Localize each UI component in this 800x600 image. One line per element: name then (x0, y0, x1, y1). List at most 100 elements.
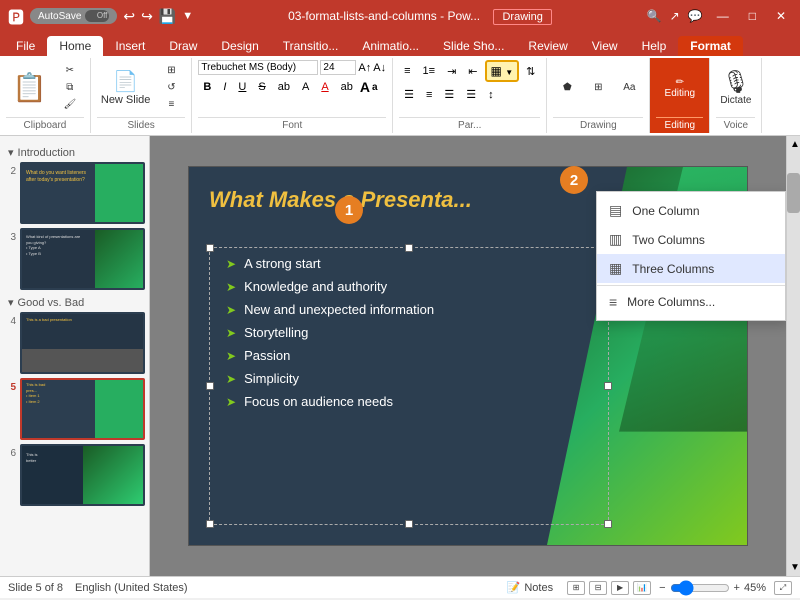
increase-font-icon[interactable]: A↑ (358, 62, 371, 74)
drawing-tab-label[interactable]: Drawing (493, 9, 551, 25)
minimize-button[interactable]: — (711, 7, 735, 25)
autosave-control[interactable]: AutoSave Off (30, 8, 117, 24)
slide-sorter-button[interactable]: ⊟ (589, 581, 607, 595)
slide-img-2[interactable]: What do you want listenersafter today's … (20, 162, 145, 224)
handle-top-mid[interactable] (405, 244, 413, 252)
tab-transitions[interactable]: Transitio... (271, 36, 351, 56)
column-one-option[interactable]: ▤ One Column (597, 196, 785, 225)
undo-icon[interactable]: ↩ (123, 8, 135, 25)
scroll-up-icon[interactable]: ▲ (787, 136, 800, 153)
tab-view[interactable]: View (580, 36, 630, 56)
format-painter-button[interactable]: 🖌 (56, 97, 84, 112)
paste-button[interactable]: 📋 (6, 67, 53, 108)
slide-img-4[interactable]: This is a bad presentation (20, 312, 145, 374)
normal-view-button[interactable]: ⊞ (567, 581, 585, 595)
handle-bot-left[interactable] (206, 520, 214, 528)
reading-view-button[interactable]: ▶ (611, 581, 629, 595)
share-icon[interactable]: ↗ (670, 9, 680, 23)
columns-button[interactable]: ▦ ▼ (485, 60, 520, 82)
text-direction-button[interactable]: ⇅ (521, 63, 540, 80)
handle-top-left[interactable] (206, 244, 214, 252)
shapes-button[interactable]: ⬟ (553, 80, 581, 95)
highlight-button[interactable]: ab (336, 79, 358, 95)
handle-mid-right[interactable] (604, 382, 612, 390)
slide-thumb-3[interactable]: 3 What kind of presentations areyou givi… (4, 228, 145, 290)
scroll-down-icon[interactable]: ▼ (787, 559, 800, 576)
handle-mid-left[interactable] (206, 382, 214, 390)
quick-styles-button[interactable]: Aa (615, 80, 643, 95)
section-button[interactable]: ≡ (157, 97, 185, 112)
slide-thumb-5[interactable]: 5 This is badpres...• Item 1• Item 2 (4, 378, 145, 440)
tab-animations[interactable]: Animatio... (350, 36, 431, 56)
slide-thumb-6[interactable]: 6 This isbetter (4, 444, 145, 506)
autosave-toggle[interactable]: Off (85, 10, 109, 22)
save-icon[interactable]: 💾 (159, 8, 176, 25)
clear-format-button[interactable]: A (297, 79, 314, 95)
slide-thumb-4[interactable]: 4 This is a bad presentation (4, 312, 145, 374)
more-columns-option[interactable]: ≡ More Columns... (597, 288, 785, 316)
tab-format[interactable]: Format (678, 36, 743, 56)
handle-bot-mid[interactable] (405, 520, 413, 528)
tab-draw[interactable]: Draw (157, 36, 209, 56)
bold-button[interactable]: B (198, 79, 216, 95)
customize-icon[interactable]: ▼ (182, 10, 193, 22)
font-size-up-icon[interactable]: A (360, 79, 370, 95)
zoom-out-icon[interactable]: − (659, 582, 665, 594)
presenter-view-button[interactable]: 📊 (633, 581, 651, 595)
font-color-button[interactable]: A (316, 79, 333, 95)
tab-design[interactable]: Design (209, 36, 270, 56)
slide-thumb-2[interactable]: 2 What do you want listenersafter today'… (4, 162, 145, 224)
zoom-slider[interactable] (670, 580, 730, 596)
layout-button[interactable]: ⊞ (157, 63, 185, 78)
underline-button[interactable]: U (233, 79, 251, 95)
italic-button[interactable]: I (218, 79, 231, 95)
maximize-button[interactable]: □ (743, 7, 762, 25)
cut-button[interactable]: ✂ (56, 63, 84, 78)
align-right-button[interactable]: ☰ (439, 86, 459, 103)
column-three-option[interactable]: ▦ Three Columns (597, 254, 785, 283)
tab-home[interactable]: Home (47, 36, 103, 56)
editing-button[interactable]: ✏Editing (661, 75, 700, 101)
vertical-scrollbar[interactable]: ▲ ▼ (786, 136, 800, 576)
paragraph-group: ≡ 1≡ ⇥ ⇤ ▦ ▼ ⇅ ☰ ≡ ☰ ☰ ↕ Par... (393, 58, 547, 133)
slide-img-5[interactable]: This is badpres...• Item 1• Item 2 (20, 378, 145, 440)
close-button[interactable]: ✕ (770, 7, 792, 25)
font-family-input[interactable] (198, 60, 318, 75)
text-box[interactable]: ➤A strong start ➤Knowledge and authority… (209, 247, 609, 525)
justify-button[interactable]: ☰ (461, 86, 481, 103)
notes-button[interactable]: 📝 Notes (501, 579, 559, 596)
scroll-thumb[interactable] (787, 173, 800, 213)
arrange-button[interactable]: ⊞ (584, 80, 612, 95)
slide-num-2: 2 (4, 166, 16, 177)
dictate-button[interactable]: 🎙 Dictate (716, 67, 755, 108)
search-icon[interactable]: 🔍 (647, 9, 662, 23)
copy-button[interactable]: ⧉ (56, 80, 84, 95)
shadow-button[interactable]: ab (273, 79, 295, 95)
comments-icon[interactable]: 💬 (688, 9, 703, 23)
tab-review[interactable]: Review (516, 36, 579, 56)
font-size-down-icon[interactable]: a (372, 82, 378, 93)
slide-img-6[interactable]: This isbetter (20, 444, 145, 506)
column-two-option[interactable]: ▥ Two Columns (597, 225, 785, 254)
indent-less-button[interactable]: ⇤ (463, 63, 482, 80)
numbering-button[interactable]: 1≡ (418, 63, 441, 79)
align-center-button[interactable]: ≡ (421, 87, 437, 103)
fit-to-window-button[interactable]: ⤢ (774, 581, 792, 595)
font-size-input[interactable] (320, 60, 356, 75)
align-left-button[interactable]: ☰ (399, 86, 419, 103)
tab-slideshow[interactable]: Slide Sho... (431, 36, 516, 56)
handle-bot-right[interactable] (604, 520, 612, 528)
indent-more-button[interactable]: ⇥ (442, 63, 461, 80)
decrease-font-icon[interactable]: A↓ (373, 62, 386, 74)
tab-insert[interactable]: Insert (103, 36, 157, 56)
new-slide-button[interactable]: 📄 New Slide (97, 67, 155, 108)
slide-img-3[interactable]: What kind of presentations areyou giving… (20, 228, 145, 290)
tab-file[interactable]: File (4, 36, 47, 56)
redo-icon[interactable]: ↪ (141, 8, 153, 25)
reset-button[interactable]: ↺ (157, 80, 185, 95)
strikethrough-button[interactable]: S (253, 79, 270, 95)
zoom-in-icon[interactable]: + (734, 582, 740, 594)
bullets-button[interactable]: ≡ (399, 63, 415, 79)
tab-help[interactable]: Help (630, 36, 679, 56)
line-spacing-button[interactable]: ↕ (483, 87, 499, 103)
